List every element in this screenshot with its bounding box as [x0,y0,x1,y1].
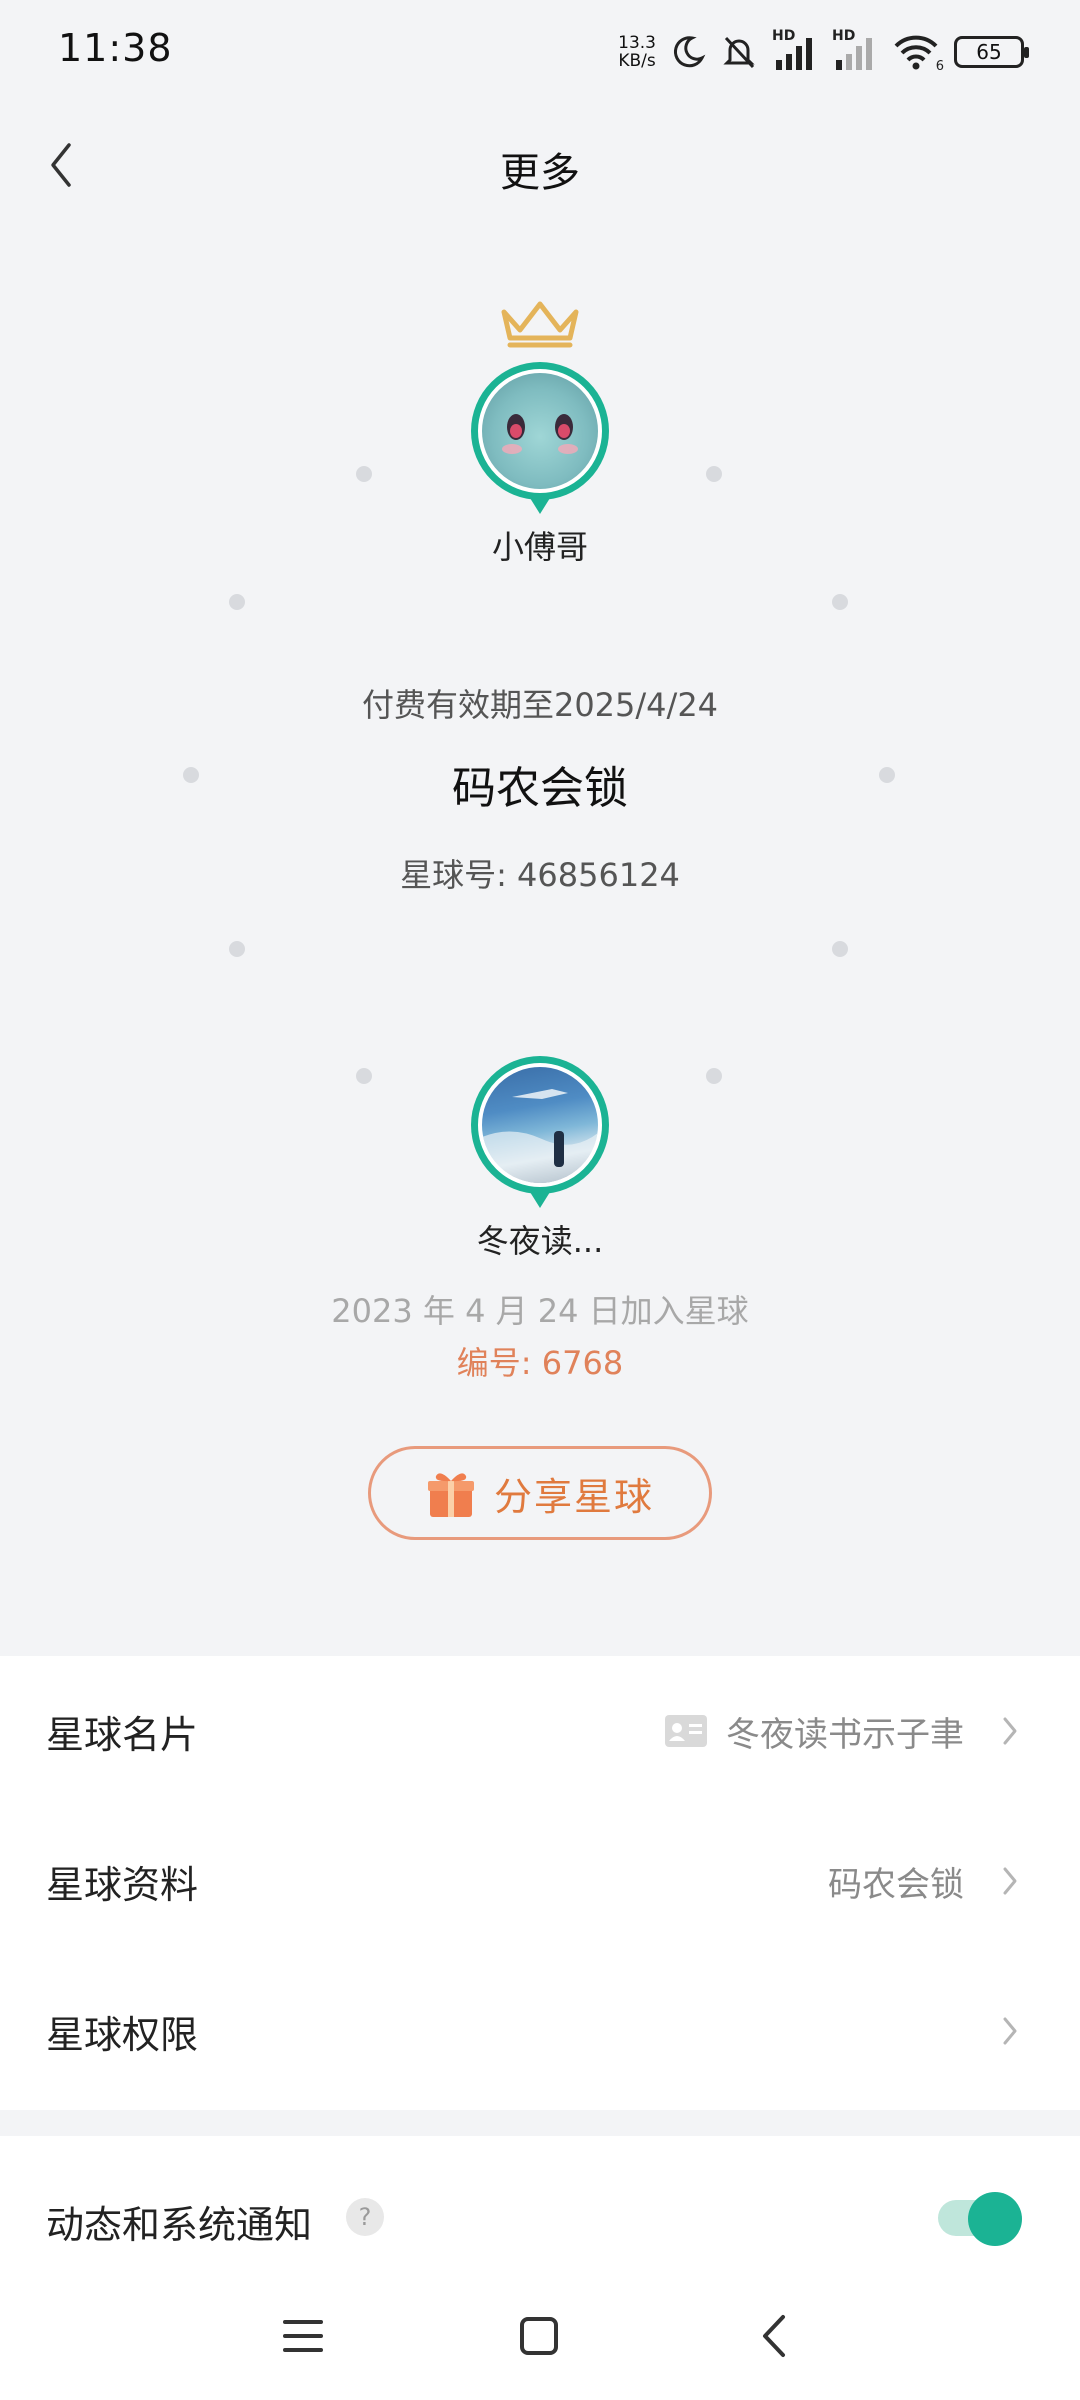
member-avatar-image [478,1063,602,1187]
toggle-knob [968,2192,1022,2246]
notification-toggle[interactable] [938,2192,1026,2246]
decor-dot [832,594,848,610]
menu-button[interactable] [273,2306,333,2366]
notification-label: 动态和系统通知 [46,2203,313,2247]
header: 更多 [0,110,1080,220]
network-speed-value: 13.3 [618,33,656,53]
home-button[interactable] [509,2306,569,2366]
list-item-permissions[interactable]: 星球权限 [0,1956,1080,2106]
list-item-value: 码农会锁 [828,1857,964,1906]
profile-value: 码农会锁 [828,1864,964,1905]
cell-signal-1: HD [772,28,818,72]
home-icon [520,2317,558,2355]
help-icon[interactable]: ? [346,2198,384,2236]
wifi-icon [894,35,938,70]
owner-avatar-image [478,369,602,493]
signal-bars-icon [776,38,812,70]
owner-name: 小傅哥 [491,528,588,566]
member-name: 冬夜读... [476,1222,604,1260]
list-item-label: 星球权限 [46,2012,199,2057]
chevron-right-icon [996,1711,1024,1751]
wifi-badge: 6 [935,59,944,74]
signal-bars-icon [836,38,872,70]
expiry-text: 付费有效期至2025/4/24 [361,686,719,724]
avatar-pin [530,1192,550,1208]
group-number: 星球号: 46856124 [400,856,680,894]
moon-icon [673,36,706,68]
wifi: 6 [892,32,944,74]
member-number: 编号: 6768 [456,1344,624,1382]
chevron-right-icon [996,2011,1024,2051]
list-item-label: 星球资料 [46,1862,199,1907]
back-icon [763,2315,785,2357]
list-item-label: 星球名片 [46,1712,199,1757]
crown-icon [501,301,579,348]
decor-dot [356,466,372,482]
join-date: 2023 年 4 月 24 日加入星球 [331,1292,749,1330]
battery-level: 65 [976,40,1002,64]
cell-signal-2: HD [832,28,878,72]
list-item-card[interactable]: 星球名片 冬夜读书示子聿 [0,1656,1080,1806]
decor-dot [356,1068,372,1084]
battery-indicator: 65 [954,36,1029,68]
share-group-button[interactable]: 分享星球 [368,1446,712,1540]
system-back-button[interactable] [744,2306,804,2366]
status-icons: 13.3 KB/s HD HD 6 65 [618,28,1029,74]
list-item-profile[interactable]: 星球资料 码农会锁 [0,1806,1080,1956]
group-name: 码农会锁 [452,763,628,814]
status-bar: 11:38 13.3 KB/s HD HD 6 65 [0,0,1080,100]
decor-dot [832,941,848,957]
network-speed-unit: KB/s [618,51,656,71]
network-speed: 13.3 KB/s [618,34,656,70]
page-title: 更多 [500,150,580,196]
member-avatar[interactable] [471,1056,609,1208]
card-name-value: 冬夜读书示子聿 [726,1714,964,1755]
status-time: 11:38 [58,26,173,70]
decor-dot [706,1068,722,1084]
gift-icon [427,1473,474,1517]
avatar-pin [530,498,550,514]
system-nav-bar [0,2270,1080,2400]
decor-dot [706,466,722,482]
owner-avatar[interactable] [471,362,609,514]
chevron-right-icon [996,1861,1024,1901]
settings-list: 星球名片 冬夜读书示子聿 星球资料 码农会锁 星球权限 [0,1656,1080,2110]
decor-dot [229,594,245,610]
share-button-label: 分享星球 [493,1474,654,1519]
decor-dot [229,941,245,957]
menu-icon [283,2320,323,2352]
list-item-value: 冬夜读书示子聿 [664,1707,964,1756]
more-page: 11:38 13.3 KB/s HD HD 6 65 更多 小傅哥 付费有效期至… [0,0,1080,2400]
section-divider [0,2110,1080,2136]
card-icon [665,1715,707,1747]
bell-muted-icon [723,36,755,69]
